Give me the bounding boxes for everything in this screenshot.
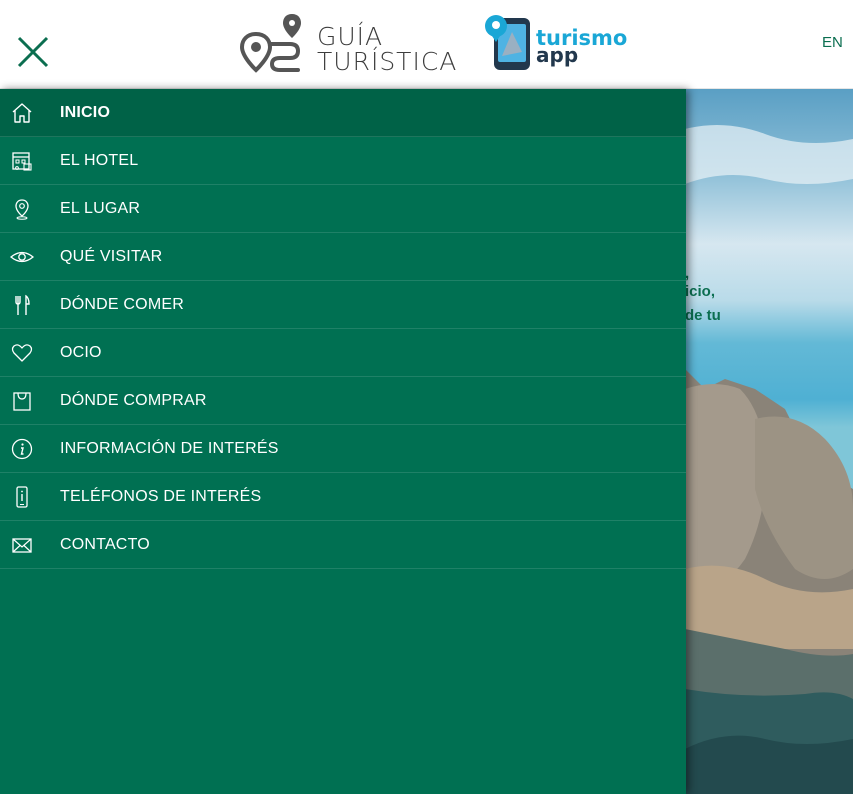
menu-item-telefonos-de-interes[interactable]: TELÉFONOS DE INTERÉS (0, 473, 686, 521)
side-navigation-drawer: INICIO EL HOTEL EL LUGAR QUÉ VISITAR DÓN… (0, 89, 686, 794)
brand-line1: GUÍA (317, 22, 384, 51)
info-icon (10, 437, 34, 461)
menu-item-el-hotel[interactable]: EL HOTEL (0, 137, 686, 185)
eye-icon (10, 245, 34, 269)
hotel-icon (10, 149, 34, 173)
turismo-app-logo[interactable]: turismo app (484, 12, 627, 74)
menu-item-label: EL LUGAR (60, 200, 141, 217)
menu-item-informacion-de-interes[interactable]: INFORMACIÓN DE INTERÉS (0, 425, 686, 473)
menu-item-contacto[interactable]: CONTACTO (0, 521, 686, 569)
menu-item-label: EL HOTEL (60, 152, 139, 169)
fork-knife-icon (10, 293, 34, 317)
rocky-coast-illustration (685, 125, 853, 794)
menu-item-label: QUÉ VISITAR (60, 248, 163, 265)
hero-text-line2: icio, (685, 283, 716, 300)
menu-item-label: OCIO (60, 344, 102, 361)
hero-image: , icio, de tu (685, 89, 853, 794)
menu-item-inicio[interactable]: INICIO (0, 89, 686, 137)
menu-item-ocio[interactable]: OCIO (0, 329, 686, 377)
phone-icon (10, 485, 34, 509)
guia-turistica-logo[interactable]: GUÍA TURÍSTICA (239, 12, 456, 74)
menu-item-label: INICIO (60, 104, 111, 121)
home-icon (10, 101, 34, 125)
phone-map-icon (485, 15, 530, 70)
shopping-bag-icon (10, 389, 34, 413)
menu-item-label: CONTACTO (60, 536, 150, 553)
menu-item-label: INFORMACIÓN DE INTERÉS (60, 440, 279, 457)
menu-item-label: DÓNDE COMER (60, 296, 184, 313)
brand-title: GUÍA TURÍSTICA (317, 24, 457, 74)
hero-text-line3: de tu (685, 307, 721, 324)
menu-item-que-visitar[interactable]: QUÉ VISITAR (0, 233, 686, 281)
language-switch-en[interactable]: EN (822, 34, 843, 51)
close-menu-button[interactable] (14, 34, 52, 70)
heart-icon (10, 341, 34, 365)
menu-item-label: TELÉFONOS DE INTERÉS (60, 488, 262, 505)
menu-item-el-lugar[interactable]: EL LUGAR (0, 185, 686, 233)
close-icon (17, 36, 49, 68)
menu-item-donde-comprar[interactable]: DÓNDE COMPRAR (0, 377, 686, 425)
menu-item-label: DÓNDE COMPRAR (60, 392, 207, 409)
envelope-icon (10, 533, 34, 557)
app-title-line2: app (536, 43, 579, 67)
location-pin-icon (10, 197, 34, 221)
brand-line2: TURÍSTICA (317, 47, 458, 76)
menu-item-donde-comer[interactable]: DÓNDE COMER (0, 281, 686, 329)
top-header: GUÍA TURÍSTICA turismo app EN (0, 0, 853, 89)
route-map-icon (239, 14, 301, 73)
